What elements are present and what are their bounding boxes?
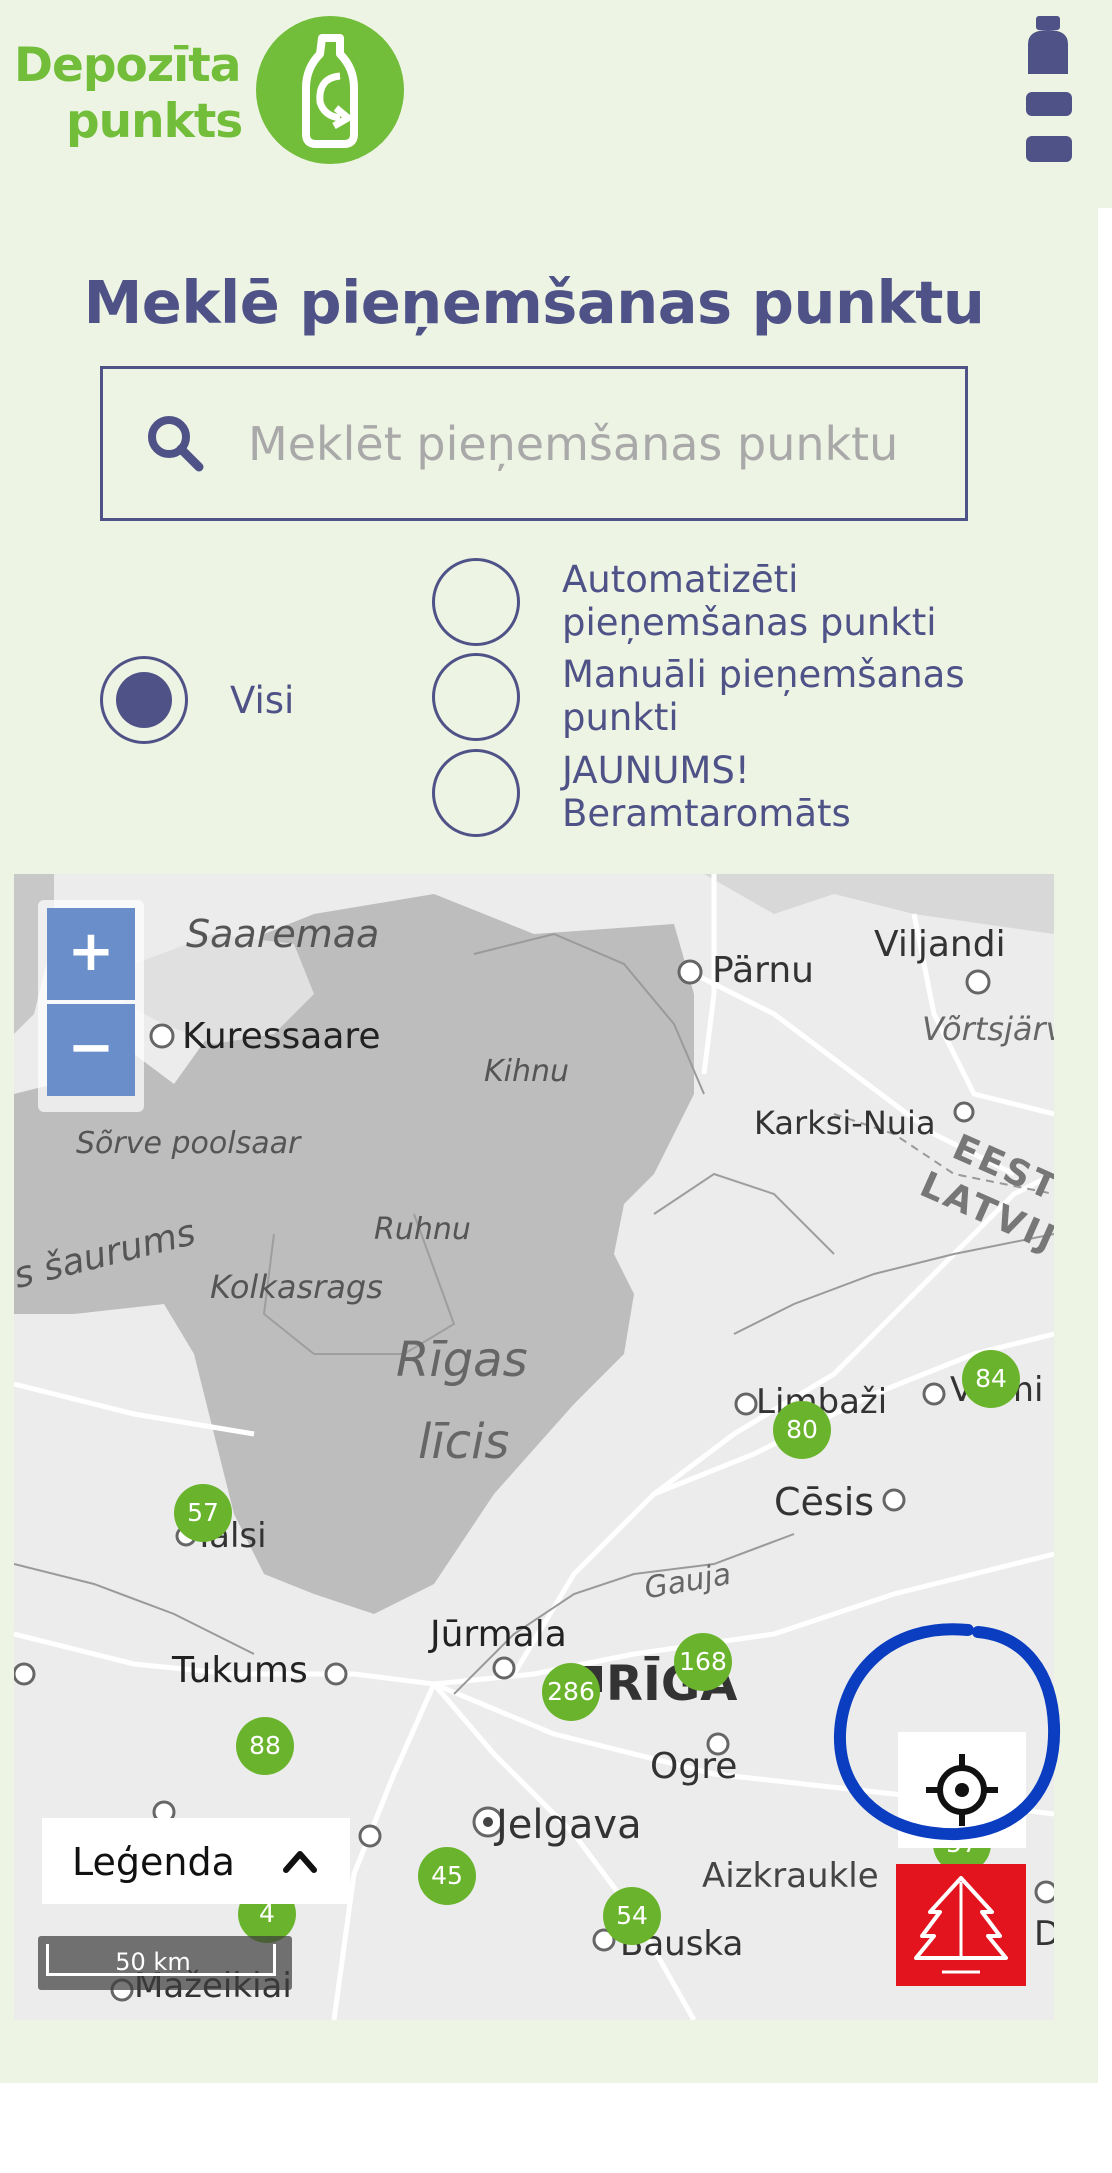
map-label: Karksi-Nuia: [754, 1104, 936, 1142]
map-label: Pärnu: [712, 950, 814, 991]
map-label: Võrtsjärv: [922, 1010, 1054, 1048]
search-icon: [148, 416, 204, 472]
zoom-in-button[interactable]: +: [47, 908, 135, 1000]
radio-selected-dot: [116, 672, 172, 728]
map-label: Dobeles: [1034, 1914, 1054, 1954]
page-title: Meklē pieņemšanas punktu: [83, 268, 985, 337]
scale-label: 50 km: [115, 1948, 191, 1976]
radio-label-automated: Automatizēti pieņemšanas punkti: [562, 558, 937, 644]
map-cluster[interactable]: 286: [542, 1663, 600, 1721]
logo-line-2: punkts: [66, 94, 243, 149]
map-label: Tukums: [172, 1650, 308, 1691]
map-cluster[interactable]: 57: [174, 1484, 232, 1542]
zoom-control: + −: [38, 900, 144, 1112]
map-label: Jūrmala: [430, 1614, 567, 1655]
bottle-recycle-icon: [302, 34, 358, 148]
radio-manual[interactable]: [432, 653, 520, 741]
logo[interactable]: Depozīta punkts: [14, 16, 414, 166]
map-label: Jelgava: [496, 1802, 642, 1848]
legend-label: Leģenda: [72, 1840, 235, 1884]
bottle-menu-icon[interactable]: [1018, 14, 1078, 164]
map-cluster[interactable]: 168: [674, 1633, 732, 1691]
logo-text: Depozīta punkts: [14, 38, 243, 150]
map-label: Rīgas: [396, 1332, 528, 1388]
annotation-circle: [833, 1623, 1061, 1841]
map[interactable]: Saaremaa Pärnu Viljandi Kuressaare Kihnu…: [14, 874, 1054, 2020]
map-label: Kolkasrags: [210, 1268, 383, 1306]
map-label: Kuressaare: [182, 1016, 381, 1057]
zoom-out-button[interactable]: −: [47, 1004, 135, 1096]
map-label: līcis: [418, 1414, 510, 1470]
map-label: Viljandi: [874, 924, 1006, 965]
map-label: Ruhnu: [374, 1212, 471, 1247]
map-label: Sõrve poolsaar: [76, 1126, 301, 1161]
map-label: Kihnu: [484, 1054, 570, 1089]
chevron-up-icon: [283, 1851, 317, 1873]
radio-automated[interactable]: [432, 558, 520, 646]
search-input[interactable]: [248, 399, 948, 489]
logo-line-1: Depozīta: [14, 38, 241, 93]
radio-bulk[interactable]: [432, 749, 520, 837]
map-cluster[interactable]: 80: [773, 1401, 831, 1459]
legend-button[interactable]: Leģenda: [42, 1818, 350, 1904]
map-cluster[interactable]: 45: [418, 1847, 476, 1905]
radio-all[interactable]: [100, 656, 188, 744]
partner-logo-badge[interactable]: [896, 1864, 1026, 1986]
map-cluster[interactable]: 88: [236, 1717, 294, 1775]
tree-logo-icon: [914, 1876, 1008, 1974]
map-label: Saaremaa: [186, 912, 380, 956]
map-label: Aizkraukle: [702, 1856, 879, 1896]
radio-label-all: Visi: [230, 679, 295, 722]
map-label: Cēsis: [774, 1480, 875, 1524]
radio-label-manual: Manuāli pieņemšanas punkti: [562, 653, 965, 739]
map-scale: 50 km: [38, 1936, 292, 1990]
map-label: Ogre: [650, 1746, 738, 1787]
page-edge: [1098, 208, 1112, 2083]
search-box[interactable]: [100, 366, 968, 521]
logo-bottle-badge: [256, 16, 404, 164]
radio-label-bulk: JAUNUMS! Beramtaromāts: [562, 749, 851, 835]
map-cluster[interactable]: 84: [962, 1350, 1020, 1408]
map-cluster[interactable]: 54: [603, 1887, 661, 1945]
